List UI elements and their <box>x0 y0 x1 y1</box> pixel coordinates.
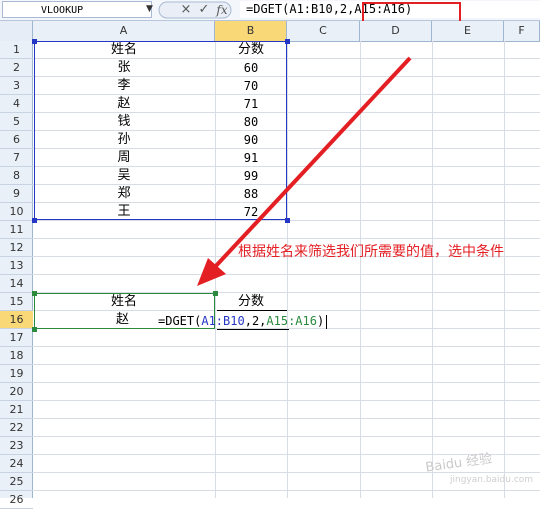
row-header[interactable]: 21 <box>0 401 33 419</box>
range-handle[interactable] <box>285 39 290 44</box>
watermark-url: jingyan.baidu.com <box>450 475 534 485</box>
formula-ref-range: A1:B10 <box>201 314 245 328</box>
grid-row-line <box>33 436 540 437</box>
grid-row-line <box>33 400 540 401</box>
grid-row-line <box>33 274 540 275</box>
cell-b16-border <box>217 329 289 330</box>
grid-row-line <box>33 382 540 383</box>
chevron-down-icon[interactable]: ▼ <box>146 4 153 14</box>
row-header[interactable]: 6 <box>0 131 33 149</box>
annotation-text: 根据姓名来筛选我们所需要的值，选中条件 <box>238 244 504 260</box>
column-header-e[interactable]: E <box>432 21 504 41</box>
row-header[interactable]: 3 <box>0 77 33 95</box>
range-handle[interactable] <box>285 218 290 223</box>
formula-buttons: × ✓ fx <box>158 0 234 20</box>
grid-row-line <box>33 472 540 473</box>
insert-function-icon[interactable]: fx <box>214 2 230 18</box>
cell-b16-editor[interactable]: =DGET(A1:B10,2,A15:A16) <box>158 312 328 330</box>
grid-column-line <box>504 41 505 498</box>
grid-column-line <box>432 41 433 498</box>
row-header[interactable]: 16 <box>0 311 33 329</box>
column-header-a[interactable]: A <box>33 21 215 41</box>
range-handle[interactable] <box>32 39 37 44</box>
name-box[interactable]: VLOOKUP <box>2 1 152 18</box>
grid-column-line <box>360 41 361 498</box>
column-header-d[interactable]: D <box>360 21 432 41</box>
range-handle[interactable] <box>32 291 37 296</box>
grid-row-line <box>33 346 540 347</box>
row-header[interactable]: 11 <box>0 221 33 239</box>
row-header[interactable]: 20 <box>0 383 33 401</box>
formula-mid: ,2, <box>244 314 267 328</box>
row-header[interactable]: 8 <box>0 167 33 185</box>
column-header-b[interactable]: B <box>215 21 287 41</box>
enter-icon[interactable]: ✓ <box>196 2 212 18</box>
row-header[interactable]: 15 <box>0 293 33 311</box>
row-header[interactable]: 13 <box>0 257 33 275</box>
row-header[interactable]: 9 <box>0 185 33 203</box>
row-header[interactable]: 1 <box>0 41 33 59</box>
row-header[interactable]: 25 <box>0 473 33 491</box>
column-header-c[interactable]: C <box>287 21 360 41</box>
range-highlight-a1-b10 <box>34 41 287 220</box>
row-header[interactable]: 18 <box>0 347 33 365</box>
column-header-f[interactable]: F <box>504 21 540 41</box>
select-all-corner[interactable] <box>0 21 33 41</box>
range-handle[interactable] <box>32 327 37 332</box>
grid-row-line <box>33 490 540 491</box>
row-header[interactable]: 7 <box>0 149 33 167</box>
row-header[interactable]: 12 <box>0 239 33 257</box>
row-header[interactable]: 5 <box>0 113 33 131</box>
range-handle[interactable] <box>213 291 218 296</box>
row-header[interactable]: 2 <box>0 59 33 77</box>
row-header[interactable]: 23 <box>0 437 33 455</box>
formula-suffix: ) <box>316 314 325 328</box>
cancel-icon[interactable]: × <box>178 2 194 18</box>
range-handle[interactable] <box>32 218 37 223</box>
row-header[interactable]: 26 <box>0 491 33 509</box>
cell-b15-border <box>217 310 287 311</box>
text-cursor <box>326 314 328 329</box>
row-header[interactable]: 19 <box>0 365 33 383</box>
row-header[interactable]: 17 <box>0 329 33 347</box>
grid-row-line <box>33 418 540 419</box>
row-header[interactable]: 24 <box>0 455 33 473</box>
row-header[interactable]: 14 <box>0 275 33 293</box>
row-header[interactable]: 22 <box>0 419 33 437</box>
column-header-row: A B C D E F <box>0 21 540 42</box>
cell-b15[interactable]: 分数 <box>215 293 287 311</box>
row-header-column: 1 2 3 4 5 6 7 8 9 10 11 12 13 14 15 16 1… <box>0 41 33 509</box>
grid-row-line <box>33 364 540 365</box>
formula-prefix: =DGET( <box>158 314 202 328</box>
grid-column-line <box>287 41 288 498</box>
row-header[interactable]: 4 <box>0 95 33 113</box>
grid-row-line <box>33 238 540 239</box>
row-header[interactable]: 10 <box>0 203 33 221</box>
formula-ref-criteria: A15:A16 <box>266 314 317 328</box>
